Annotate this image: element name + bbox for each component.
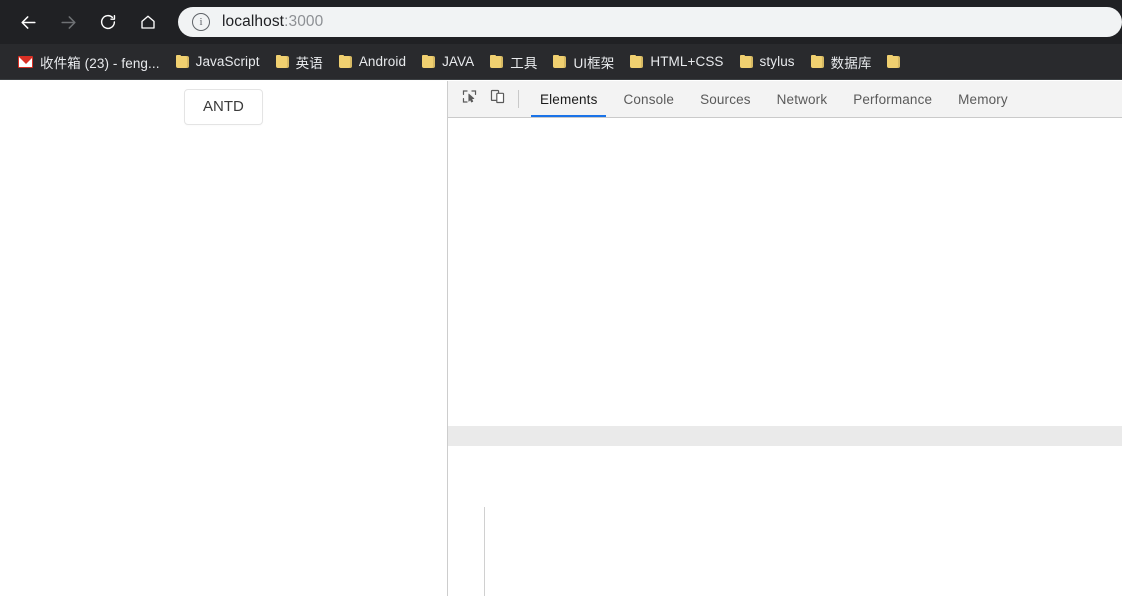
bookmark-label: UI框架 (573, 55, 615, 71)
bookmark-item-tools[interactable]: 工具 (482, 49, 545, 75)
dom-node-noscript[interactable]: <noscript>You need to enable JavaScript … (448, 588, 1122, 596)
devtools-tabs: Elements Console Sources Network Perform… (527, 81, 1021, 117)
browser-window: i localhost:3000 收件箱 (23) - feng... Java… (0, 0, 1122, 596)
antd-button[interactable]: ANTD (184, 89, 263, 125)
inspect-element-button[interactable] (456, 86, 482, 112)
devtools-panel: Elements Console Sources Network Perform… (448, 81, 1122, 596)
dom-node-head[interactable]: <head>…</head> (448, 345, 1122, 365)
reload-icon (99, 13, 117, 31)
device-toolbar-button[interactable] (484, 86, 510, 112)
folder-icon (887, 55, 901, 68)
bookmark-label: 收件箱 (23) - feng... (40, 55, 160, 71)
bookmark-label: HTML+CSS (650, 54, 724, 69)
bookmark-item-ui-framework[interactable]: UI框架 (545, 49, 622, 75)
device-toolbar-icon (489, 88, 506, 110)
bookmark-item-html-css[interactable]: HTML+CSS (622, 49, 731, 75)
bookmark-label: 工具 (510, 55, 538, 71)
gmail-icon (18, 55, 33, 68)
home-button[interactable] (132, 6, 164, 38)
bookmark-item-overflow[interactable] (879, 49, 908, 75)
tab-network[interactable]: Network (764, 81, 841, 117)
back-arrow-icon (19, 13, 38, 32)
folder-icon (553, 55, 567, 68)
bookmarks-bar: 收件箱 (23) - feng... JavaScript 英语 Android… (0, 44, 1122, 80)
dom-node-body[interactable]: ···<body> == $0 (448, 426, 1122, 447)
bookmark-label: JAVA (442, 54, 475, 69)
reload-button[interactable] (92, 6, 124, 38)
toolbar-divider (518, 90, 519, 108)
address-bar-url: localhost:3000 (222, 13, 323, 31)
dom-node-doctype[interactable]: <!doctype html> (448, 184, 1122, 204)
tab-sources[interactable]: Sources (687, 81, 764, 117)
tab-elements[interactable]: Elements (527, 81, 610, 117)
indent-guide (484, 506, 485, 596)
folder-icon (175, 55, 189, 68)
site-info-icon[interactable]: i (192, 13, 210, 31)
forward-arrow-icon (59, 13, 78, 32)
browser-toolbar: i localhost:3000 (0, 0, 1122, 44)
folder-icon (338, 55, 352, 68)
dom-tree-panel[interactable]: <!doctype html> <html lang="en"> <head>…… (448, 118, 1122, 596)
dom-tree: <!doctype html> <html lang="en"> <head>…… (448, 123, 1122, 596)
tab-memory[interactable]: Memory (945, 81, 1021, 117)
bookmark-label: stylus (759, 54, 795, 69)
bookmark-item-stylus[interactable]: stylus (732, 49, 803, 75)
bookmark-label: 英语 (295, 55, 323, 71)
bookmark-label: Android (358, 54, 407, 69)
bookmark-item-javascript[interactable]: JavaScript (168, 49, 268, 75)
tab-console[interactable]: Console (610, 81, 687, 117)
back-button[interactable] (12, 6, 44, 38)
bookmark-label: JavaScript (195, 54, 260, 69)
folder-icon (275, 55, 289, 68)
bookmark-item-gmail[interactable]: 收件箱 (23) - feng... (10, 49, 168, 75)
folder-icon (739, 55, 753, 68)
folder-icon (422, 55, 436, 68)
home-icon (139, 13, 157, 31)
bookmark-item-android[interactable]: Android (331, 49, 414, 75)
body-children: <noscript>You need to enable JavaScript … (448, 506, 1122, 596)
bookmark-label: 数据库 (830, 55, 872, 71)
bookmark-item-english[interactable]: 英语 (268, 49, 331, 75)
url-host: localhost (222, 13, 285, 30)
address-bar[interactable]: i localhost:3000 (178, 7, 1122, 37)
devtools-toolbar: Elements Console Sources Network Perform… (448, 81, 1122, 118)
url-rest: :3000 (284, 13, 324, 30)
viewport-and-devtools: ANTD Elements Console Sources Network Pe… (0, 81, 1122, 596)
folder-icon (630, 55, 644, 68)
page-viewport: ANTD (0, 81, 448, 596)
inspect-element-icon (461, 88, 478, 110)
bookmark-item-java[interactable]: JAVA (414, 49, 482, 75)
folder-icon (810, 55, 824, 68)
dom-node-html[interactable]: <html lang="en"> (448, 264, 1122, 284)
bookmark-item-database[interactable]: 数据库 (803, 49, 880, 75)
tab-performance[interactable]: Performance (840, 81, 945, 117)
forward-button[interactable] (52, 6, 84, 38)
folder-icon (490, 55, 504, 68)
